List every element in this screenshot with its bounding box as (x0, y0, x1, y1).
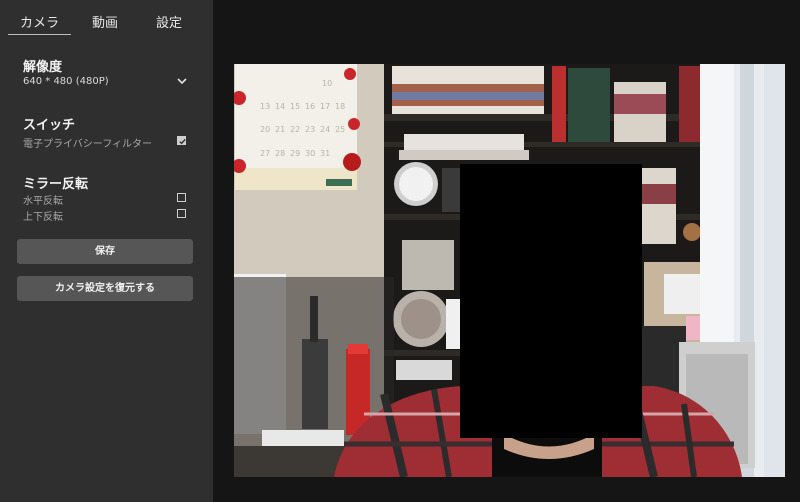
tab-video[interactable]: 動画 (92, 12, 118, 31)
calendar-date: 28 (275, 149, 285, 158)
calendar-date: 17 (320, 102, 330, 111)
calendar-date: 14 (275, 102, 285, 111)
calendar-date: 10 (322, 79, 332, 88)
privacy-mask (460, 164, 642, 438)
switch-title: スイッチ (23, 118, 76, 133)
calendar-date: 24 (320, 125, 330, 134)
vertical-flip-label: 上下反転 (23, 212, 63, 223)
calendar-date: 13 (260, 102, 270, 111)
active-tab-indicator (8, 34, 71, 35)
privacy-filter-checkbox[interactable] (177, 136, 186, 145)
desk-lamp (302, 339, 328, 429)
camera-preview: 10 13 14 15 16 17 18 20 21 22 23 24 25 2… (234, 64, 785, 477)
tab-camera[interactable]: カメラ (20, 12, 59, 31)
horizontal-flip-label: 水平反転 (23, 196, 63, 207)
settings-panel: カメラ 動画 設定 解像度 640 * 480 (480P) スイッチ 電子プラ… (0, 0, 213, 502)
save-button[interactable]: 保存 (17, 239, 193, 264)
calendar-date: 15 (290, 102, 300, 111)
tab-settings[interactable]: 設定 (156, 12, 182, 31)
mirror-title: ミラー反転 (23, 177, 89, 192)
calendar-date: 30 (305, 149, 315, 158)
calendar-date: 31 (320, 149, 330, 158)
checkmark-icon (179, 138, 186, 145)
resolution-title: 解像度 (23, 60, 63, 75)
calendar-date: 16 (305, 102, 315, 111)
vertical-flip-checkbox[interactable] (177, 209, 186, 218)
resolution-select-value[interactable]: 640 * 480 (480P) (23, 76, 109, 87)
calendar-date: 22 (290, 125, 300, 134)
calendar-date: 20 (260, 125, 270, 134)
calendar-date: 29 (290, 149, 300, 158)
camera-preview-image: 10 13 14 15 16 17 18 20 21 22 23 24 25 2… (234, 64, 785, 477)
calendar-date: 25 (335, 125, 345, 134)
chevron-down-icon[interactable] (177, 77, 187, 85)
calendar-date: 23 (305, 125, 315, 134)
restore-camera-settings-button[interactable]: カメラ設定を復元する (17, 276, 193, 301)
calendar-date: 21 (275, 125, 285, 134)
calendar-date: 27 (260, 149, 270, 158)
horizontal-flip-checkbox[interactable] (177, 193, 186, 202)
privacy-filter-label: 電子プライバシーフィルター (23, 139, 152, 150)
tab-bar: カメラ 動画 設定 (0, 0, 213, 36)
calendar-date: 18 (335, 102, 345, 111)
